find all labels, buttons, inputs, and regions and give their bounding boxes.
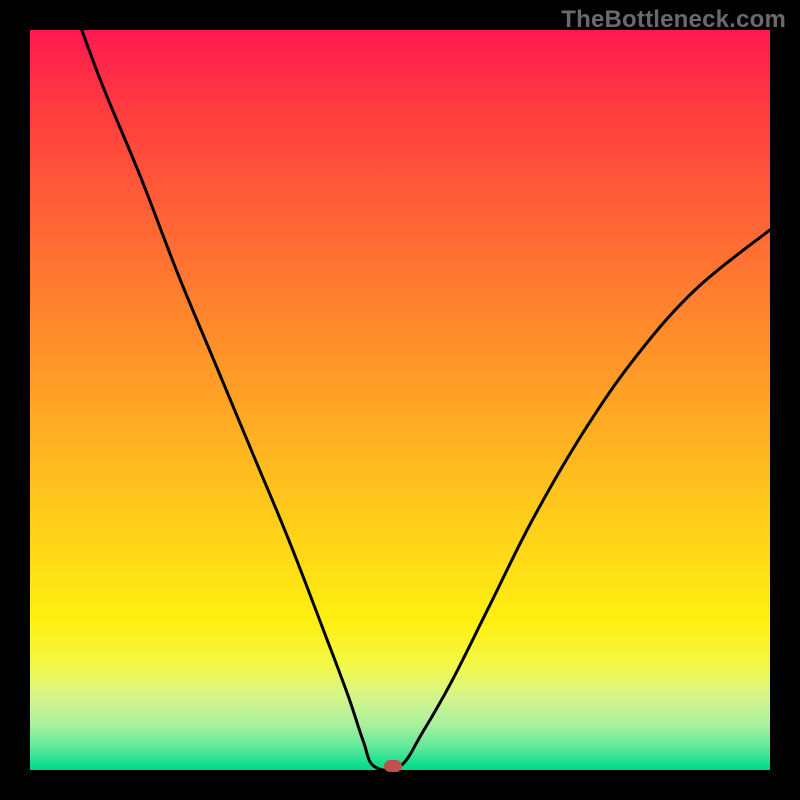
bottleneck-curve (82, 30, 770, 770)
chart-frame: TheBottleneck.com (0, 0, 800, 800)
curve-svg (30, 30, 770, 770)
plot-area (30, 30, 770, 770)
optimal-marker (384, 760, 402, 772)
watermark-text: TheBottleneck.com (561, 6, 786, 34)
